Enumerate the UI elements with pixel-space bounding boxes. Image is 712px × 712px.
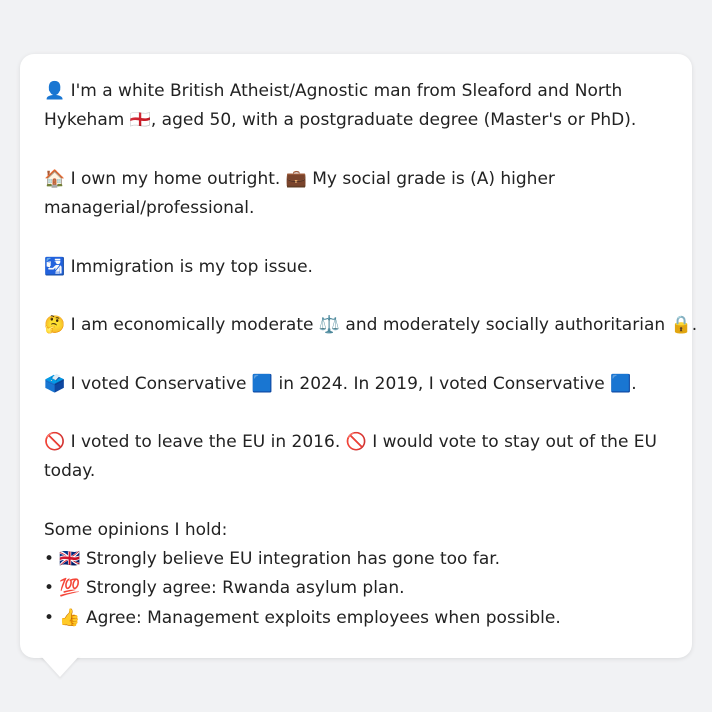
eu-paragraph: 🚫 I voted to leave the EU in 2016. 🚫 I w… [44, 428, 674, 486]
identity-line-2: Hykeham 🏴󠁧󠁢󠁥󠁮󠁧󠁿, aged 50, with a postgra… [44, 110, 637, 131]
home-line-1: 🏠 I own my home outright. 💼 My social gr… [44, 169, 555, 189]
eu-line-1: 🚫 I voted to leave the EU in 2016. 🚫 I w… [44, 432, 657, 452]
ideology-paragraph: 🤔 I am economically moderate ⚖️ and mode… [44, 311, 698, 340]
votes-paragraph: 🗳️ I voted Conservative 🟦 in 2024. In 20… [44, 370, 674, 399]
opinion-item: • 🇬🇧 Strongly believe EU integration has… [44, 549, 501, 570]
issue-line: 🛂 Immigration is my top issue. [44, 257, 313, 277]
chat-bubble: 👤 I'm a white British Atheist/Agnostic m… [20, 54, 698, 658]
votes-line: 🗳️ I voted Conservative 🟦 in 2024. In 20… [44, 374, 637, 394]
issue-paragraph: 🛂 Immigration is my top issue. [44, 253, 674, 282]
home-line-2: managerial/professional. [44, 198, 255, 219]
identity-paragraph: 👤 I'm a white British Atheist/Agnostic m… [44, 77, 674, 135]
home-paragraph: 🏠 I own my home outright. 💼 My social gr… [44, 165, 674, 223]
identity-line-1: 👤 I'm a white British Atheist/Agnostic m… [44, 81, 623, 101]
opinion-item: • 👍 Agree: Management exploits employees… [44, 607, 561, 628]
opinions-heading: Some opinions I hold: [44, 520, 228, 540]
opinion-item: • 💯 Strongly agree: Rwanda asylum plan. [44, 578, 405, 599]
bubble-tail [40, 655, 80, 677]
eu-line-2: today. [44, 461, 96, 482]
ideology-line: 🤔 I am economically moderate ⚖️ and mode… [44, 315, 698, 335]
opinions-paragraph: Some opinions I hold: • 🇬🇧 Strongly beli… [44, 516, 674, 633]
